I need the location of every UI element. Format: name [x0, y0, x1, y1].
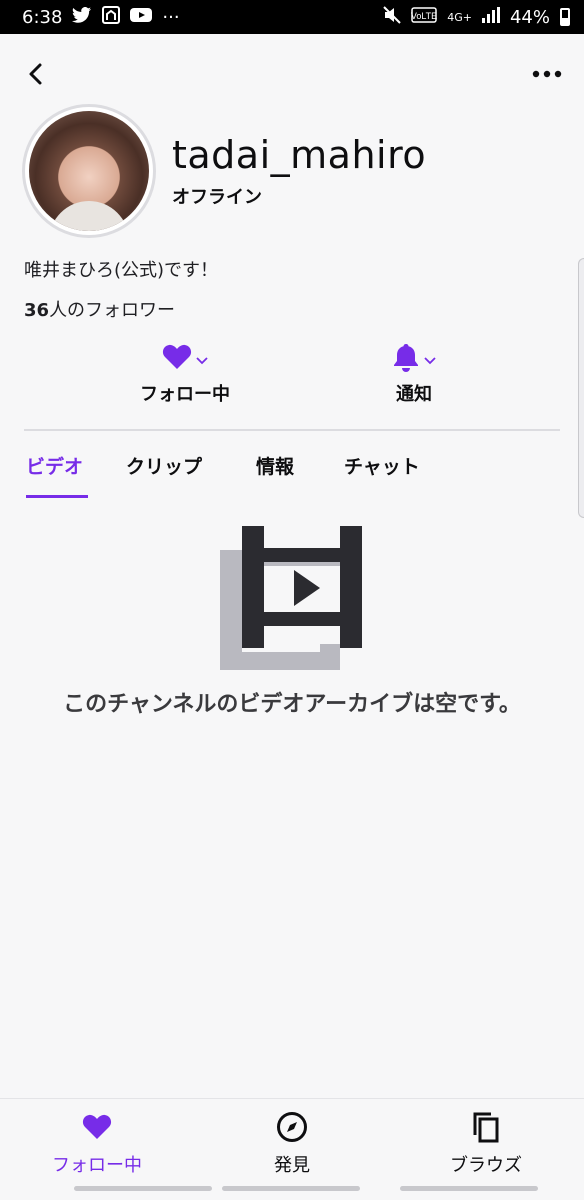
empty-state-message: このチャンネルのビデオアーカイブは空です。: [63, 692, 521, 717]
action-row: フォロー中 通知: [0, 342, 584, 412]
heart-icon: [162, 344, 192, 374]
battery-percent: 44%: [509, 6, 550, 28]
tab-chat[interactable]: チャット: [344, 452, 420, 498]
nav-discover[interactable]: 発見: [202, 1111, 382, 1177]
nav-browse[interactable]: ブラウズ: [396, 1111, 576, 1177]
tab-bar: ビデオ クリップ 情報 チャット: [26, 452, 566, 500]
battery-icon: [560, 8, 570, 26]
avatar: [29, 111, 149, 231]
bell-icon: [392, 342, 420, 376]
follow-button[interactable]: フォロー中: [85, 342, 285, 406]
svg-text:VoLTE: VoLTE: [411, 11, 437, 21]
gesture-hint: [400, 1186, 538, 1191]
chevron-down-icon: [196, 350, 208, 369]
status-time: 6:38: [22, 6, 63, 28]
nav-following-label: フォロー中: [52, 1155, 142, 1176]
follow-label: フォロー中: [140, 384, 230, 405]
channel-bio: 唯井まひろ(公式)です！: [24, 260, 219, 281]
back-arrow-icon[interactable]: [26, 62, 46, 86]
chevron-down-icon: [424, 350, 436, 369]
mute-icon: [383, 5, 401, 29]
follower-count: 36人のフォロワー: [24, 296, 175, 322]
more-options-icon[interactable]: [532, 70, 562, 78]
browse-icon: [471, 1111, 501, 1143]
top-bar: [0, 34, 584, 114]
app-icon: [102, 5, 121, 29]
status-bar: 6:38 ··· VoLTE 4G+ 44%: [0, 0, 584, 34]
nav-following[interactable]: フォロー中: [7, 1111, 187, 1177]
nav-browse-label: ブラウズ: [450, 1155, 522, 1176]
signal-icon: [481, 6, 500, 28]
tab-info[interactable]: 情報: [256, 452, 294, 498]
heart-icon: [82, 1111, 112, 1143]
follower-number: 36: [24, 300, 50, 321]
follower-suffix: 人のフォロワー: [49, 300, 176, 321]
notify-label: 通知: [396, 384, 432, 405]
youtube-icon: [130, 7, 153, 28]
live-status: オフライン: [172, 187, 262, 208]
tab-clips[interactable]: クリップ: [126, 452, 202, 498]
empty-video-icon: [220, 526, 364, 670]
divider: [24, 429, 560, 431]
twitter-icon: [72, 6, 92, 28]
nav-discover-label: 発見: [274, 1155, 310, 1176]
avatar-ring[interactable]: [22, 104, 156, 238]
tab-videos[interactable]: ビデオ: [26, 452, 88, 498]
edge-panel-handle[interactable]: [578, 258, 584, 518]
network-type: 4G+: [447, 10, 472, 24]
profile-header: tadai_mahiro オフライン: [22, 104, 426, 238]
bottom-navigation: フォロー中 発見 ブラウズ: [0, 1098, 584, 1200]
gesture-hint: [222, 1186, 360, 1191]
more-notifications: ···: [162, 6, 180, 28]
compass-icon: [276, 1111, 308, 1143]
channel-username: tadai_mahiro: [172, 133, 427, 177]
notification-button[interactable]: 通知: [314, 342, 514, 406]
gesture-hint: [74, 1186, 212, 1191]
volte-icon: VoLTE: [411, 6, 437, 28]
